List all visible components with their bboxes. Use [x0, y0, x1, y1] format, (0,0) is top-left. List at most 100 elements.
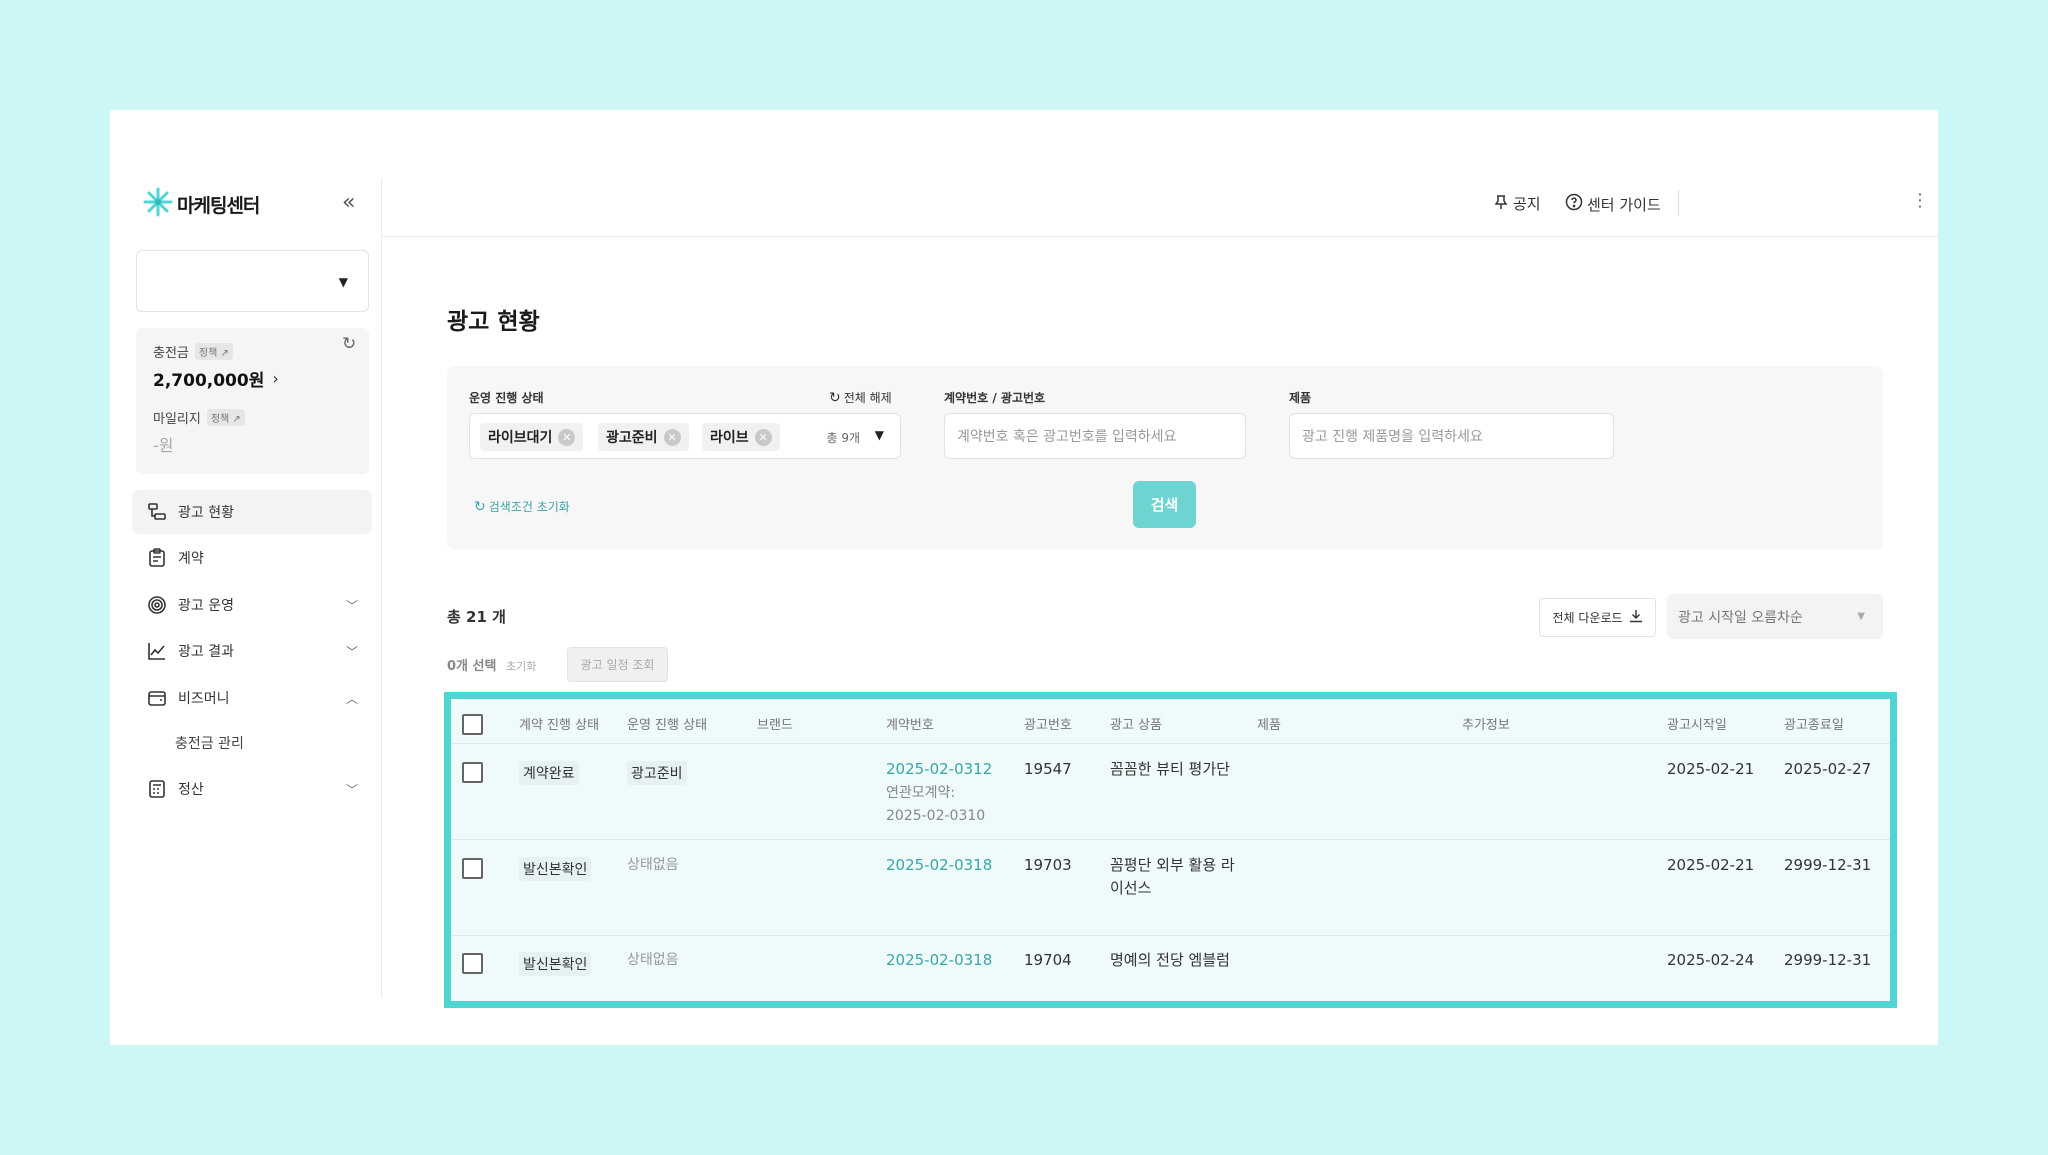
ad-number: 19704	[1024, 951, 1072, 969]
parent-contract-label: 연관모계약:	[886, 785, 956, 801]
chip-label: 라이브대기	[488, 430, 553, 446]
notice-label: 공지	[1513, 195, 1541, 213]
end-date: 2999-12-31	[1784, 856, 1872, 874]
contract-number-link[interactable]: 2025-02-0312	[886, 758, 992, 781]
contract-number-link[interactable]: 2025-02-0318	[886, 949, 992, 972]
column-header[interactable]: 광고시작일	[1667, 714, 1727, 733]
row-divider	[451, 743, 1890, 744]
more-options-icon[interactable]: ⋮	[1911, 190, 1929, 211]
clipboard-icon	[146, 547, 168, 569]
row-checkbox[interactable]	[462, 762, 483, 783]
sidebar-item-settlement[interactable]: 정산 ﹀	[132, 767, 372, 811]
refresh-icon: ↻	[474, 498, 486, 515]
collapse-sidebar-icon[interactable]: «	[342, 190, 355, 215]
row-divider	[451, 935, 1890, 936]
sidebar-item-label: 정산	[178, 782, 204, 798]
help-circle-icon	[1565, 193, 1583, 215]
charge-label: 충전금	[153, 346, 189, 361]
column-header[interactable]: 계약번호	[886, 714, 934, 733]
balance-card: 충전금 정책 ↗ ↻ 2,700,000원 › 마일리지 정책 ↗ -원	[136, 328, 369, 474]
column-header[interactable]: 제품	[1257, 714, 1281, 733]
target-icon	[146, 594, 168, 616]
ad-product: 꼼꼼한 뷰티 평가단	[1110, 760, 1230, 778]
chevron-right-icon: ›	[272, 369, 279, 388]
sidebar-item-ad-operation[interactable]: 광고 운영 ﹀	[132, 583, 372, 627]
start-date: 2025-02-21	[1667, 856, 1755, 874]
chip-label: 라이브	[710, 430, 749, 446]
close-icon[interactable]: ✕	[754, 428, 772, 446]
sidebar-subitem-charge-management[interactable]: 충전금 관리	[175, 733, 244, 753]
pin-icon	[1493, 194, 1509, 214]
caret-down-icon: ▼	[1857, 611, 1865, 622]
product-placeholder: 광고 진행 제품명을 입력하세요	[1302, 429, 1483, 445]
column-header[interactable]: 광고 상품	[1110, 714, 1162, 733]
column-header[interactable]: 광고번호	[1024, 714, 1072, 733]
close-icon[interactable]: ✕	[558, 428, 576, 446]
charge-amount-link[interactable]: 2,700,000원 ›	[153, 366, 279, 391]
status-filter-label: 운영 진행 상태	[469, 391, 544, 405]
select-all-checkbox[interactable]	[462, 714, 483, 735]
status-multiselect[interactable]: 라이브대기 ✕ 광고준비 ✕ 라이브 ✕ 총 9개 ▼	[469, 413, 901, 459]
contract-status: 발신본확인	[519, 952, 592, 976]
product-input[interactable]: 광고 진행 제품명을 입력하세요	[1289, 413, 1614, 459]
download-all-button[interactable]: 전체 다운로드	[1539, 598, 1656, 637]
chevron-down-icon: ﹀	[345, 644, 358, 659]
contract-number-input[interactable]: 계약번호 혹은 광고번호를 입력하세요	[944, 413, 1246, 459]
row-checkbox[interactable]	[462, 858, 483, 879]
sidebar-item-label: 계약	[178, 551, 204, 567]
refresh-icon: ↻	[829, 389, 841, 406]
status-chip: 라이브대기 ✕	[480, 423, 584, 451]
notice-link[interactable]: 공지	[1493, 193, 1541, 214]
sidebar-divider	[381, 178, 382, 998]
ad-table: 계약 진행 상태 운영 진행 상태 브랜드 계약번호 광고번호 광고 상품 제품…	[444, 692, 1897, 1008]
ad-status-icon	[146, 501, 168, 523]
line-chart-icon	[146, 640, 168, 662]
mileage-policy-tag[interactable]: 정책 ↗	[206, 409, 245, 426]
download-label: 전체 다운로드	[1552, 611, 1623, 625]
contract-number-placeholder: 계약번호 혹은 광고번호를 입력하세요	[957, 429, 1177, 445]
page-title: 광고 현황	[447, 309, 540, 335]
calculator-icon	[146, 778, 168, 800]
column-header[interactable]: 운영 진행 상태	[627, 714, 707, 733]
reset-filter-button[interactable]: ↻ 검색조건 초기화	[474, 498, 570, 515]
column-header[interactable]: 추가정보	[1462, 714, 1510, 733]
logo[interactable]: 마케팅센터	[143, 187, 260, 221]
charge-policy-tag[interactable]: 정책 ↗	[194, 343, 233, 360]
selection-reset-link[interactable]: 초기화	[506, 658, 536, 674]
ad-product-line2: 이선스	[1110, 879, 1152, 897]
guide-link[interactable]: 센터 가이드	[1565, 193, 1661, 215]
mileage-amount: -원	[153, 436, 174, 455]
search-button[interactable]: 검색	[1133, 481, 1196, 528]
sidebar-item-bizmoney[interactable]: 비즈머니 ︿	[132, 676, 372, 720]
ops-status: 상태없음	[627, 857, 679, 873]
sidebar-item-label: 광고 결과	[178, 644, 234, 660]
product-filter-label: 제품	[1289, 391, 1312, 405]
start-date: 2025-02-21	[1667, 760, 1755, 778]
row-checkbox[interactable]	[462, 953, 483, 974]
sidebar-item-ad-status[interactable]: 광고 현황	[132, 490, 372, 534]
column-header[interactable]: 계약 진행 상태	[519, 714, 599, 733]
mileage-label-row: 마일리지 정책 ↗	[153, 408, 245, 427]
reset-filter-label: 검색조건 초기화	[488, 500, 570, 514]
account-select[interactable]: ▼	[136, 250, 369, 312]
sidebar-item-contract[interactable]: 계약	[132, 536, 372, 580]
ad-product-line1: 꼼평단 외부 활용 라	[1110, 856, 1235, 874]
contract-filter-label: 계약번호 / 광고번호	[944, 391, 1046, 405]
status-chip: 라이브 ✕	[702, 423, 780, 451]
download-icon	[1629, 609, 1643, 626]
sort-value: 광고 시작일 오름차순	[1678, 609, 1803, 626]
logo-text: 마케팅센터	[177, 194, 260, 217]
sidebar-item-ad-result[interactable]: 광고 결과 ﹀	[132, 629, 372, 673]
close-icon[interactable]: ✕	[663, 428, 681, 446]
column-header[interactable]: 브랜드	[757, 714, 793, 733]
row-divider	[451, 839, 1890, 840]
refresh-icon[interactable]: ↻	[342, 334, 356, 354]
contract-number-link[interactable]: 2025-02-0318	[886, 854, 992, 877]
clear-all-button[interactable]: ↻ 전체 해제	[829, 389, 892, 406]
selected-count: 0개 선택	[447, 659, 497, 674]
column-header[interactable]: 광고종료일	[1784, 714, 1844, 733]
chip-count: 총 9개	[826, 431, 860, 445]
ad-schedule-button[interactable]: 광고 일정 조회	[567, 647, 668, 682]
sort-select[interactable]: 광고 시작일 오름차순 ▼	[1667, 594, 1883, 639]
ad-product: 명예의 전당 엠블럼	[1110, 951, 1230, 969]
